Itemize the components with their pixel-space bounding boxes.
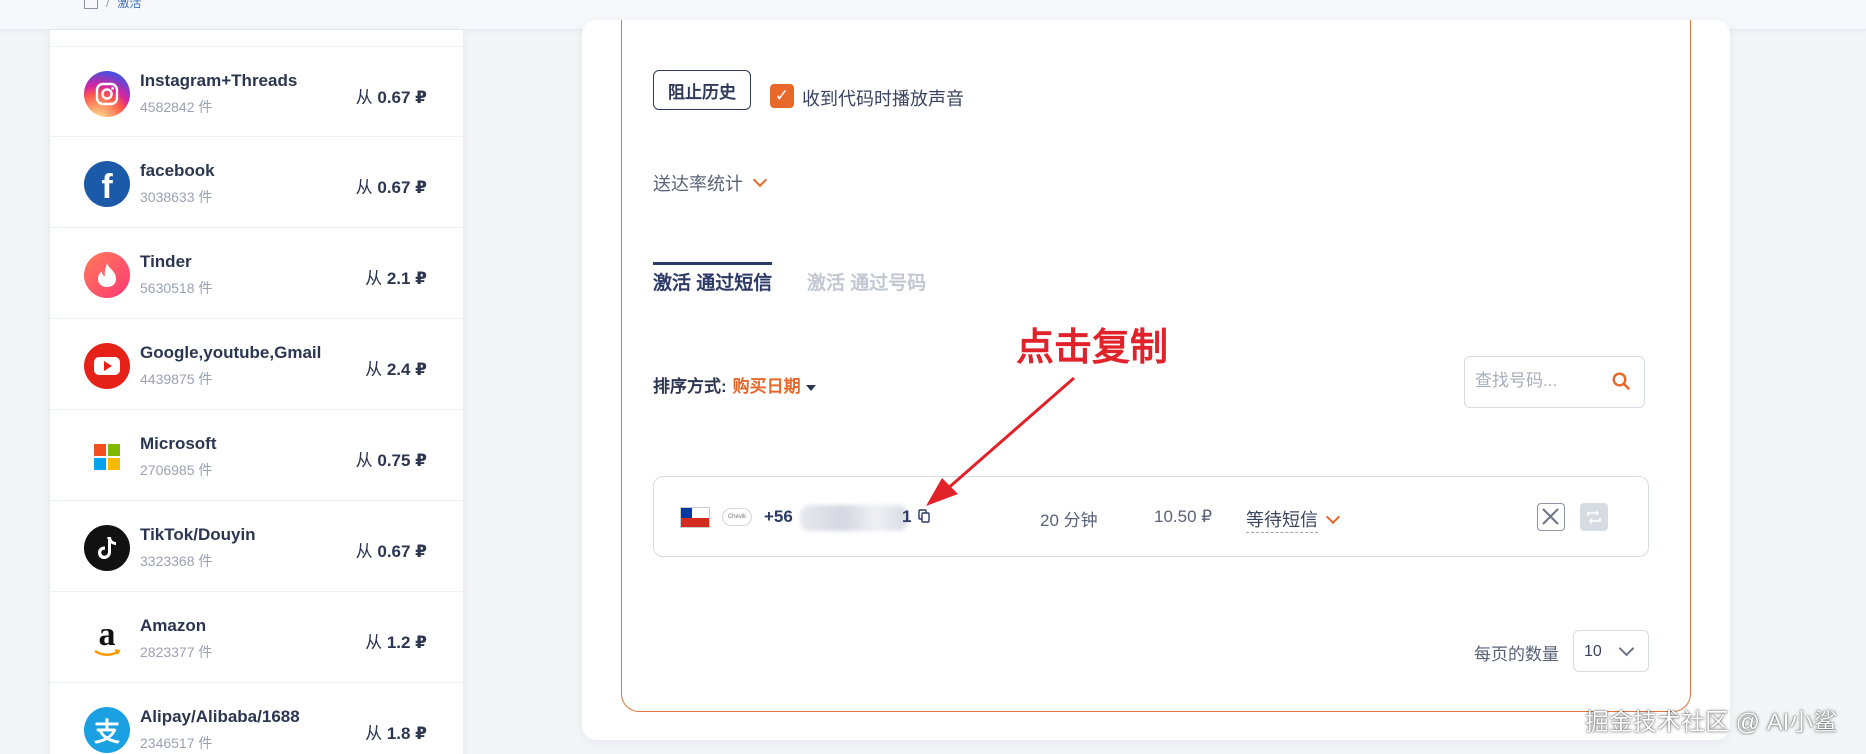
service-item-google[interactable]: Google,youtube,Gmail 4439875 件 从 2.4 ₽ xyxy=(50,319,463,410)
search-icon[interactable] xyxy=(1612,372,1630,390)
service-price: 从 0.67 ₽ xyxy=(355,542,427,561)
caret-down-icon xyxy=(805,384,816,391)
order-status-label: 等待短信 xyxy=(1246,506,1318,533)
tab-activation-sms[interactable]: 激活 通过短信 xyxy=(653,262,773,295)
sort-value[interactable]: 购买日期 xyxy=(733,377,801,396)
order-duration: 20 分钟 xyxy=(1040,511,1098,530)
service-name: Microsoft xyxy=(140,434,217,453)
order-status[interactable]: 等待短信 xyxy=(1246,506,1341,533)
service-count: 2706985 件 xyxy=(140,462,213,478)
microsoft-icon xyxy=(84,434,130,480)
instagram-icon xyxy=(84,71,130,117)
delivery-stats-toggle[interactable]: 送达率统计 xyxy=(653,170,768,196)
service-count: 4582842 件 xyxy=(140,99,213,115)
alipay-icon: 支 xyxy=(84,707,130,753)
checkmark-icon: ✓ xyxy=(774,86,790,105)
facebook-icon: f xyxy=(84,161,130,207)
service-price: 从 1.2 ₽ xyxy=(365,633,427,652)
order-row: Chevik +56 1 20 分钟 10.50 ₽ 等待短信 xyxy=(653,476,1649,557)
service-item-tinder[interactable]: Tinder 5630518 件 从 2.1 ₽ xyxy=(50,228,463,319)
phone-number-suffix[interactable]: 1 xyxy=(902,507,911,527)
amazon-icon: a xyxy=(84,616,130,662)
chevron-down-icon xyxy=(1618,640,1635,657)
service-logo: Chevik xyxy=(722,508,752,526)
service-item-amazon[interactable]: a Amazon 2823377 件 从 1.2 ₽ xyxy=(50,592,463,683)
service-name: Tinder xyxy=(140,252,192,271)
per-page-select[interactable]: 10 xyxy=(1573,630,1649,672)
service-name: Alipay/Alibaba/1688 xyxy=(140,707,300,726)
service-count: 5630518 件 xyxy=(140,280,213,296)
phone-number-redacted xyxy=(800,505,908,531)
sort-control[interactable]: 排序方式: 购买日期 xyxy=(653,372,816,397)
breadcrumb-separator: / xyxy=(106,0,110,10)
close-icon xyxy=(1542,508,1559,525)
service-name: Google,youtube,Gmail xyxy=(140,343,322,362)
service-price: 从 0.67 ₽ xyxy=(355,178,427,197)
service-price: 从 1.8 ₽ xyxy=(365,724,427,743)
service-price: 从 2.1 ₽ xyxy=(365,269,427,288)
breadcrumb: / 激活 xyxy=(84,0,141,11)
sound-checkbox-label[interactable]: 收到代码时播放声音 xyxy=(802,85,964,111)
service-item-tiktok[interactable]: TikTok/Douyin 3323368 件 从 0.67 ₽ xyxy=(50,501,463,592)
service-name: Instagram+Threads xyxy=(140,71,298,90)
service-name: facebook xyxy=(140,161,215,180)
tiktok-icon xyxy=(84,525,130,571)
youtube-icon xyxy=(84,343,130,389)
service-price: 从 0.67 ₽ xyxy=(355,88,427,107)
service-count: 3323368 件 xyxy=(140,553,213,569)
sort-label: 排序方式: xyxy=(653,377,727,396)
block-history-button[interactable]: 阻止历史 xyxy=(653,70,751,110)
chevron-down-icon xyxy=(1325,509,1341,524)
service-item-facebook[interactable]: f facebook 3038633 件 从 0.67 ₽ xyxy=(50,137,463,228)
service-count: 3038633 件 xyxy=(140,189,213,205)
service-name: TikTok/Douyin xyxy=(140,525,256,544)
breadcrumb-current[interactable]: 激活 xyxy=(117,0,141,11)
watermark: 掘金技术社区 @ AI小鲨 xyxy=(1585,709,1838,736)
phone-number-prefix[interactable]: +56 xyxy=(764,507,793,527)
service-item-microsoft[interactable]: Microsoft 2706985 件 从 0.75 ₽ xyxy=(50,410,463,501)
service-item-alipay[interactable]: 支 Alipay/Alibaba/1688 2346517 件 从 1.8 ₽ xyxy=(50,683,463,754)
number-search xyxy=(1464,356,1645,408)
per-page-label: 每页的数量 xyxy=(1474,645,1559,664)
tinder-icon xyxy=(84,252,130,298)
cancel-order-button[interactable] xyxy=(1537,503,1565,531)
sound-checkbox[interactable]: ✓ xyxy=(770,84,794,108)
chevron-down-icon xyxy=(752,172,768,188)
service-price: 从 0.75 ₽ xyxy=(355,451,427,470)
service-name: Amazon xyxy=(140,616,207,635)
copy-icon[interactable] xyxy=(918,509,930,523)
service-price: 从 2.4 ₽ xyxy=(365,360,427,379)
service-item-instagram[interactable]: Instagram+Threads 4582842 件 从 0.67 ₽ xyxy=(50,46,463,137)
order-price: 10.50 ₽ xyxy=(1154,507,1213,526)
repeat-order-button[interactable] xyxy=(1580,503,1608,531)
chile-flag-icon xyxy=(680,507,710,528)
repeat-icon xyxy=(1587,510,1601,524)
per-page-value: 10 xyxy=(1584,643,1602,660)
tab-activation-number[interactable]: 激活 通过号码 xyxy=(807,268,926,295)
home-icon[interactable] xyxy=(84,0,98,9)
service-count: 4439875 件 xyxy=(140,371,213,387)
annotation-click-copy: 点击复制 xyxy=(1016,327,1169,369)
service-count: 2346517 件 xyxy=(140,735,213,751)
service-list: Instagram+Threads 4582842 件 从 0.67 ₽ f f… xyxy=(50,30,463,754)
search-input[interactable] xyxy=(1475,371,1605,391)
service-count: 2823377 件 xyxy=(140,644,213,660)
delivery-stats-label: 送达率统计 xyxy=(653,174,743,194)
